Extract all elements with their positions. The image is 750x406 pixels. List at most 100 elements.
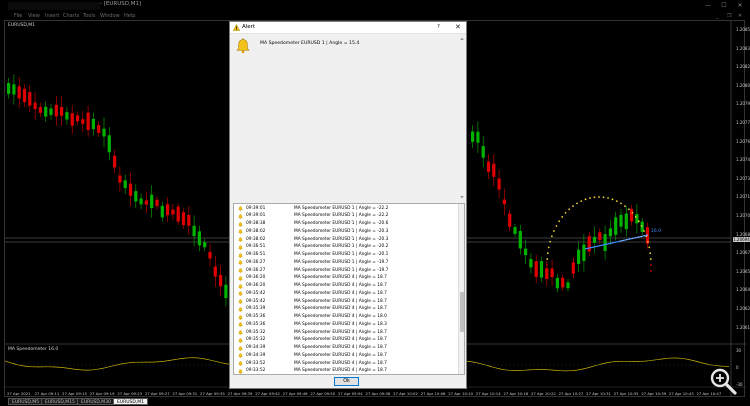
alert-row[interactable]: 09:36:27 MA Speedometer EURUSD 1 | Angle … xyxy=(234,259,460,267)
alert-row-time: 09:35:42 xyxy=(246,290,266,296)
speedometer-dot xyxy=(637,220,640,223)
candle-body xyxy=(150,194,154,209)
alert-titlebar: Alert ? ✕ xyxy=(230,22,466,34)
menu-bar: File View Insert Charts Tools Window Hel… xyxy=(0,12,750,20)
menu-charts[interactable]: Charts xyxy=(63,12,79,20)
alert-row[interactable]: 09:36:51 MA Speedometer EURUSD 1 | Angle … xyxy=(234,251,460,259)
candle-body xyxy=(224,284,228,299)
alert-row[interactable]: 09:36:51 MA Speedometer EURUSD 1 | Angle … xyxy=(234,243,460,251)
alert-row[interactable]: 09:39:01 MA Speedometer EURUSD 1 | Angle … xyxy=(234,212,460,220)
alert-row[interactable]: 09:34:39 MA Speedometer EURUSD 4 | Angle … xyxy=(234,344,460,352)
candle-body xyxy=(635,213,639,224)
alert-row-time: 09:36:20 xyxy=(246,275,266,281)
list-scrollbar-thumb[interactable] xyxy=(460,292,464,332)
candle-body xyxy=(566,282,570,289)
speedometer-dot xyxy=(648,246,651,249)
menu-help[interactable]: Help xyxy=(124,12,135,20)
ok-button[interactable]: Ok xyxy=(334,377,359,386)
price-tick: 1.20640 xyxy=(736,287,750,293)
speedometer-dot xyxy=(572,205,574,208)
candle-body xyxy=(481,146,485,158)
time-tick: 27 Apr 09:19 xyxy=(89,391,115,396)
bell-icon xyxy=(238,322,243,328)
time-tick: 27 Apr 09:39 xyxy=(227,391,253,396)
candle-body xyxy=(22,88,27,103)
redacted-title-area xyxy=(8,2,100,10)
alert-row[interactable]: 09:35:39 MA Speedometer EURUSD 4 | Angle … xyxy=(234,305,460,313)
tab-eurusd-m30[interactable]: EURUSD,M30 xyxy=(77,398,115,405)
alert-row-text: MA Speedometer EURUSD 1 | Angle = -20.2 xyxy=(294,244,389,250)
alert-row[interactable]: 09:39:01 MA Speedometer EURUSD 1 | Angle … xyxy=(234,205,460,213)
candle-body xyxy=(624,213,628,230)
candle-body xyxy=(176,206,180,222)
candle-body xyxy=(476,131,480,143)
close-window-button[interactable]: ✕ xyxy=(735,2,745,10)
speedometer-dot xyxy=(568,208,571,211)
alert-row[interactable]: 09:36:20 MA Speedometer EURUSD 4 | Angle … xyxy=(234,274,460,282)
menu-view[interactable]: View xyxy=(28,12,40,20)
current-price-label: 1.20694 xyxy=(733,237,750,242)
alert-close-button[interactable]: ✕ xyxy=(455,23,461,31)
alert-row-time: 09:35:32 xyxy=(246,337,266,343)
price-tick: 1.20625 xyxy=(736,306,750,311)
time-tick: 27 Apr 10:10 xyxy=(448,391,474,396)
mdi-minimize-button[interactable]: _ xyxy=(716,12,719,20)
list-scrollbar[interactable] xyxy=(458,204,464,374)
bell-icon xyxy=(238,260,243,266)
menu-insert[interactable]: Insert xyxy=(45,12,59,20)
bell-icon xyxy=(238,307,243,312)
menu-file[interactable]: File xyxy=(14,12,22,20)
speedometer-dot xyxy=(564,212,567,214)
tab-eurusd-m5[interactable]: EURUSD,M5 xyxy=(8,398,44,405)
tab-eurusd-m1[interactable]: EURUSD,M1 xyxy=(113,398,149,405)
candle-body xyxy=(128,183,133,196)
candle-body xyxy=(192,225,196,237)
alert-row-time: 09:38:38 xyxy=(246,221,266,226)
alert-row[interactable]: 09:38:02 MA Speedometer EURUSD 1 | Angle … xyxy=(234,228,460,236)
alert-row[interactable]: 09:35:42 MA Speedometer EURUSD 4 | Angle … xyxy=(234,290,460,298)
alert-row[interactable]: 09:33:52 MA Speedometer EURUSD 4 | Angle … xyxy=(234,360,460,368)
alert-row[interactable]: 09:36:27 MA Speedometer EURUSD 1 | Angle … xyxy=(234,267,460,275)
tab-eurusd-m15[interactable]: EURUSD,M15 xyxy=(41,398,79,405)
speedometer-dot xyxy=(649,258,652,260)
help-button[interactable]: ? xyxy=(437,24,440,30)
alert-row[interactable]: 09:35:42 MA Speedometer EURUSD 4 | Angle … xyxy=(234,298,460,306)
alert-row[interactable]: 09:38:38 MA Speedometer EURUSD 1 | Angle … xyxy=(234,220,460,228)
minimize-button[interactable]: — xyxy=(703,2,713,10)
mdi-restore-button[interactable]: ❐ xyxy=(727,12,731,20)
bell-icon xyxy=(238,229,243,235)
alert-row[interactable]: 09:35:32 MA Speedometer EURUSD 4 | Angle … xyxy=(234,336,460,344)
alert-row[interactable]: 09:34:39 MA Speedometer EURUSD 4 | Angle … xyxy=(234,352,460,360)
price-tick: 1.20775 xyxy=(736,120,750,125)
alert-row-text: MA Speedometer EURUSD 4 | Angle = 18.7 xyxy=(294,283,387,288)
alert-history-list[interactable]: 09:33:52 MA Speedometer EURUSD 4 | Angle … xyxy=(233,203,465,375)
zoom-magnifier-icon[interactable] xyxy=(706,365,744,398)
alert-row[interactable]: 09:38:02 MA Speedometer EURUSD 1 | Angle … xyxy=(234,236,460,244)
indicator-tick-top: 30 xyxy=(736,348,742,353)
maximize-button[interactable]: ☐ xyxy=(719,2,729,10)
message-scrollbar[interactable] xyxy=(459,36,465,200)
alert-row[interactable]: 09:33:52 MA Speedometer EURUSD 4 | Angle … xyxy=(234,367,460,374)
speedometer-dot xyxy=(634,216,637,218)
alert-row[interactable]: 09:36:20 MA Speedometer EURUSD 4 | Angle … xyxy=(234,282,460,290)
speedometer-dot xyxy=(627,208,630,211)
mdi-close-button[interactable]: ✕ xyxy=(738,12,742,20)
alert-row[interactable]: 09:35:36 MA Speedometer EURUSD 4 | Angle … xyxy=(234,321,460,329)
candle-body xyxy=(134,191,138,202)
candle-body xyxy=(471,131,475,142)
time-tick: 27 Apr 10:27 xyxy=(558,391,584,396)
candle-body xyxy=(619,214,623,227)
price-tick: 1.20805 xyxy=(736,82,750,88)
menu-window[interactable]: Window xyxy=(100,12,120,20)
alert-row[interactable]: 09:35:36 MA Speedometer EURUSD 4 | Angle … xyxy=(234,313,460,321)
alert-row-time: 09:36:51 xyxy=(246,252,266,257)
menu-tools[interactable]: Tools xyxy=(83,12,95,20)
price-tick: 1.20685 xyxy=(736,231,750,237)
alert-row-time: 09:39:01 xyxy=(246,205,266,211)
candle-body xyxy=(497,178,501,190)
alert-row[interactable]: 09:35:32 MA Speedometer EURUSD 4 | Angle … xyxy=(234,329,460,337)
alert-row-time: 09:36:27 xyxy=(246,259,266,265)
alert-row-text: MA Speedometer EURUSD 4 | Angle = 18.7 xyxy=(294,345,387,350)
price-tick: 1.20715 xyxy=(736,194,750,200)
alert-row-text: MA Speedometer EURUSD 4 | Angle = 18.7 xyxy=(294,306,387,312)
